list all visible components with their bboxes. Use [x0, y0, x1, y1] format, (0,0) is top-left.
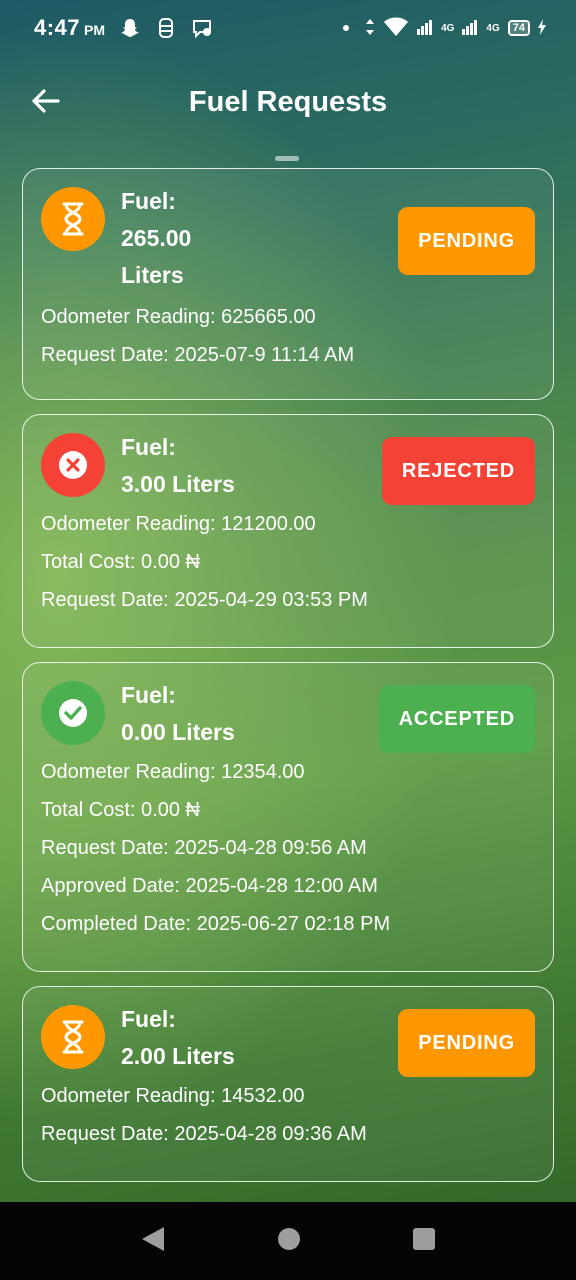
odometer-reading: Odometer Reading: 121200.00 [41, 513, 316, 535]
request-date: Request Date: 2025-07-9 11:14 AM [41, 344, 355, 366]
network-type-label-2: 4G [486, 22, 500, 34]
charging-icon [538, 18, 546, 38]
fuel-label: Fuel: [121, 188, 176, 214]
messenger-icon [191, 17, 213, 39]
fuel-request-list: Fuel: 265.00 Liters PENDING Odometer Rea… [22, 168, 554, 1196]
request-date: Request Date: 2025-04-28 09:56 AM [41, 837, 367, 859]
request-date: Request Date: 2025-04-29 03:53 PM [41, 589, 368, 611]
fuel-amount: Fuel: 265.00 Liters [121, 183, 191, 294]
navigation-bar [0, 1202, 576, 1280]
status-badge: PENDING [398, 207, 535, 275]
check-circle-icon [41, 681, 105, 745]
square-recents-icon [413, 1227, 435, 1250]
fuel-unit: Liters [121, 262, 184, 288]
clock: 4:47 [34, 15, 81, 40]
odometer-reading: Odometer Reading: 625665.00 [41, 306, 316, 328]
network-type-label: 4G [441, 22, 455, 34]
data-transfer-icon [365, 18, 375, 39]
total-cost: Total Cost: 0.00 ₦ [41, 799, 200, 821]
fuel-value: 2.00 Liters [121, 1043, 235, 1069]
app-notification-icon [155, 17, 177, 39]
status-badge: REJECTED [381, 437, 535, 505]
fuel-label: Fuel: [121, 434, 176, 460]
status-badge: PENDING [398, 1009, 535, 1077]
fuel-amount: Fuel: 0.00 Liters [121, 677, 235, 751]
status-bar: 4:47 PM 4G 4G 74 [0, 0, 576, 56]
status-badge: ACCEPTED [378, 685, 535, 753]
clock-ampm: PM [84, 22, 106, 38]
approved-date: Approved Date: 2025-04-28 12:00 AM [41, 875, 378, 897]
notification-icons [119, 17, 213, 39]
fuel-label: Fuel: [121, 682, 176, 708]
nav-back-button[interactable] [140, 1225, 166, 1258]
signal-icon [417, 19, 433, 38]
wifi-icon [383, 17, 409, 40]
close-circle-icon [41, 433, 105, 497]
circle-home-icon [278, 1227, 300, 1250]
odometer-reading: Odometer Reading: 12354.00 [41, 761, 305, 783]
fuel-value: 3.00 Liters [121, 471, 235, 497]
request-date: Request Date: 2025-04-28 09:36 AM [41, 1123, 367, 1145]
system-icons: 4G 4G 74 [343, 17, 546, 40]
fuel-value: 265.00 [121, 225, 192, 251]
signal-icon-2 [462, 19, 478, 38]
hourglass-icon [41, 187, 105, 251]
battery-level: 74 [507, 20, 530, 36]
fuel-request-card[interactable]: Fuel: 265.00 Liters PENDING Odometer Rea… [22, 168, 554, 400]
refresh-indicator [275, 156, 299, 161]
fuel-request-card[interactable]: Fuel: 0.00 Liters ACCEPTED Odometer Read… [22, 662, 554, 972]
app-header: Fuel Requests [0, 70, 576, 134]
fuel-amount: Fuel: 2.00 Liters [121, 1001, 235, 1075]
fuel-request-card[interactable]: Fuel: 2.00 Liters PENDING Odometer Readi… [22, 986, 554, 1182]
snapchat-icon [119, 17, 141, 39]
nav-recents-button[interactable] [412, 1227, 436, 1256]
fuel-value: 0.00 Liters [121, 719, 235, 745]
odometer-reading: Odometer Reading: 14532.00 [41, 1085, 305, 1107]
arrow-left-icon [32, 89, 60, 113]
notification-dot [343, 25, 350, 31]
fuel-amount: Fuel: 3.00 Liters [121, 429, 235, 503]
total-cost: Total Cost: 0.00 ₦ [41, 551, 200, 573]
nav-home-button[interactable] [276, 1226, 302, 1257]
completed-date: Completed Date: 2025-06-27 02:18 PM [41, 913, 391, 935]
page-title: Fuel Requests [188, 85, 388, 118]
hourglass-icon [41, 1005, 105, 1069]
triangle-back-icon [142, 1226, 164, 1251]
fuel-label: Fuel: [121, 1006, 176, 1032]
fuel-request-card[interactable]: Fuel: 3.00 Liters REJECTED Odometer Read… [22, 414, 554, 648]
back-button[interactable] [28, 84, 62, 118]
